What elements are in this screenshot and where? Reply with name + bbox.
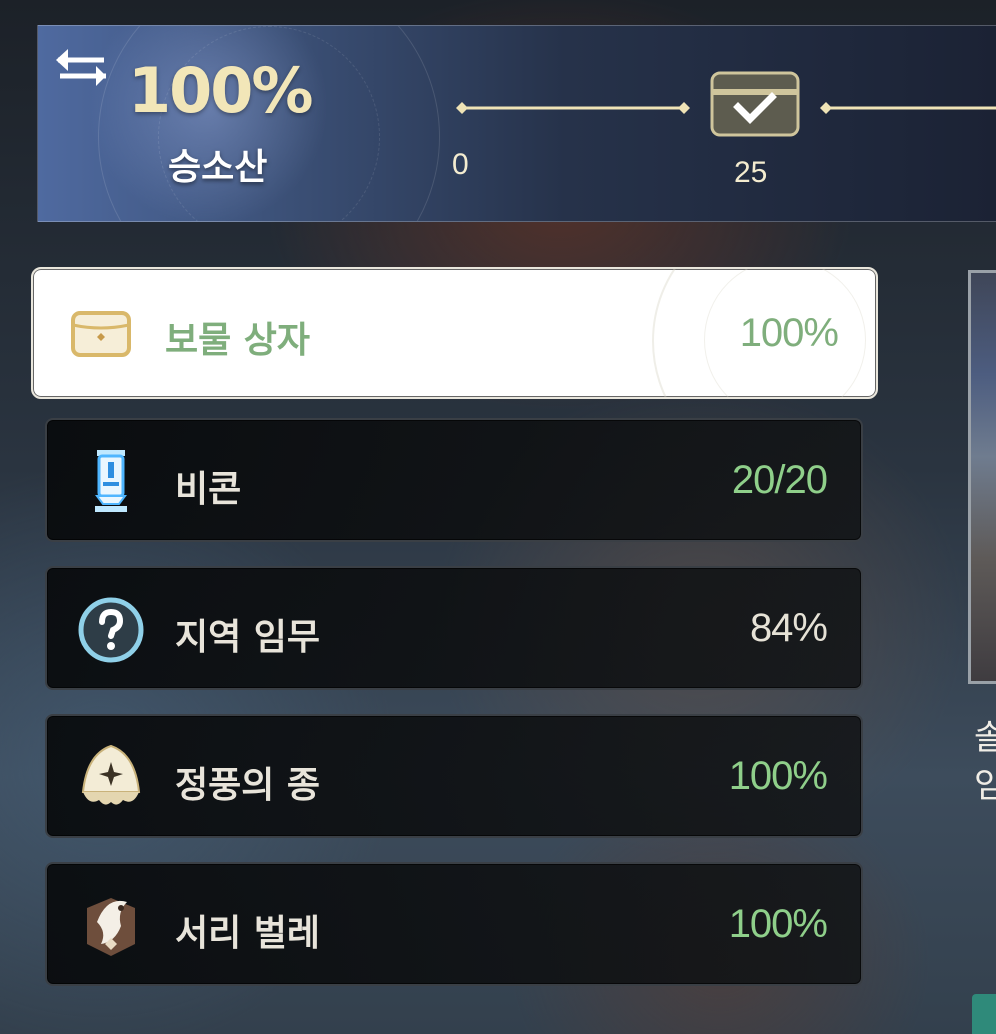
preview-caption-line: 솔 <box>974 718 996 758</box>
category-label: 비콘 <box>175 469 242 510</box>
category-label: 지역 임무 <box>175 617 321 658</box>
question-mark-icon <box>78 597 144 663</box>
category-value: 20/20 <box>731 458 828 502</box>
category-region-quest[interactable]: 지역 임무 84% <box>45 566 863 690</box>
category-value: 84% <box>749 606 828 650</box>
category-label: 정풍의 종 <box>175 765 321 806</box>
preview-image <box>968 270 996 684</box>
category-wind-bell[interactable]: 정풍의 종 100% <box>45 714 863 838</box>
category-value: 100% <box>739 311 839 355</box>
category-value: 100% <box>728 754 828 798</box>
progress-tick-label: 25 <box>734 156 768 189</box>
category-label: 보물 상자 <box>165 320 311 361</box>
treasure-chest-icon <box>71 311 131 357</box>
frost-bug-icon <box>87 898 135 956</box>
progress-tick-label: 0 <box>452 148 469 181</box>
preview-action-button[interactable] <box>972 994 996 1034</box>
swap-icon[interactable] <box>54 46 110 90</box>
exploration-percent: 100% <box>128 54 314 127</box>
category-frost-bug[interactable]: 서리 벌레 100% <box>45 862 863 986</box>
milestone-chest-checked-icon[interactable] <box>710 71 800 137</box>
category-label: 서리 벌레 <box>175 913 321 954</box>
category-beacon[interactable]: 비콘 20/20 <box>45 418 863 542</box>
region-banner: 100% 승소산 0 25 <box>37 25 996 222</box>
bell-icon <box>81 744 141 805</box>
region-name: 승소산 <box>168 147 268 188</box>
category-treasure-chest[interactable]: 보물 상자 100% <box>31 267 878 399</box>
preview-caption-line: 임 <box>974 766 996 806</box>
category-value: 100% <box>728 902 828 946</box>
beacon-icon <box>95 450 127 512</box>
